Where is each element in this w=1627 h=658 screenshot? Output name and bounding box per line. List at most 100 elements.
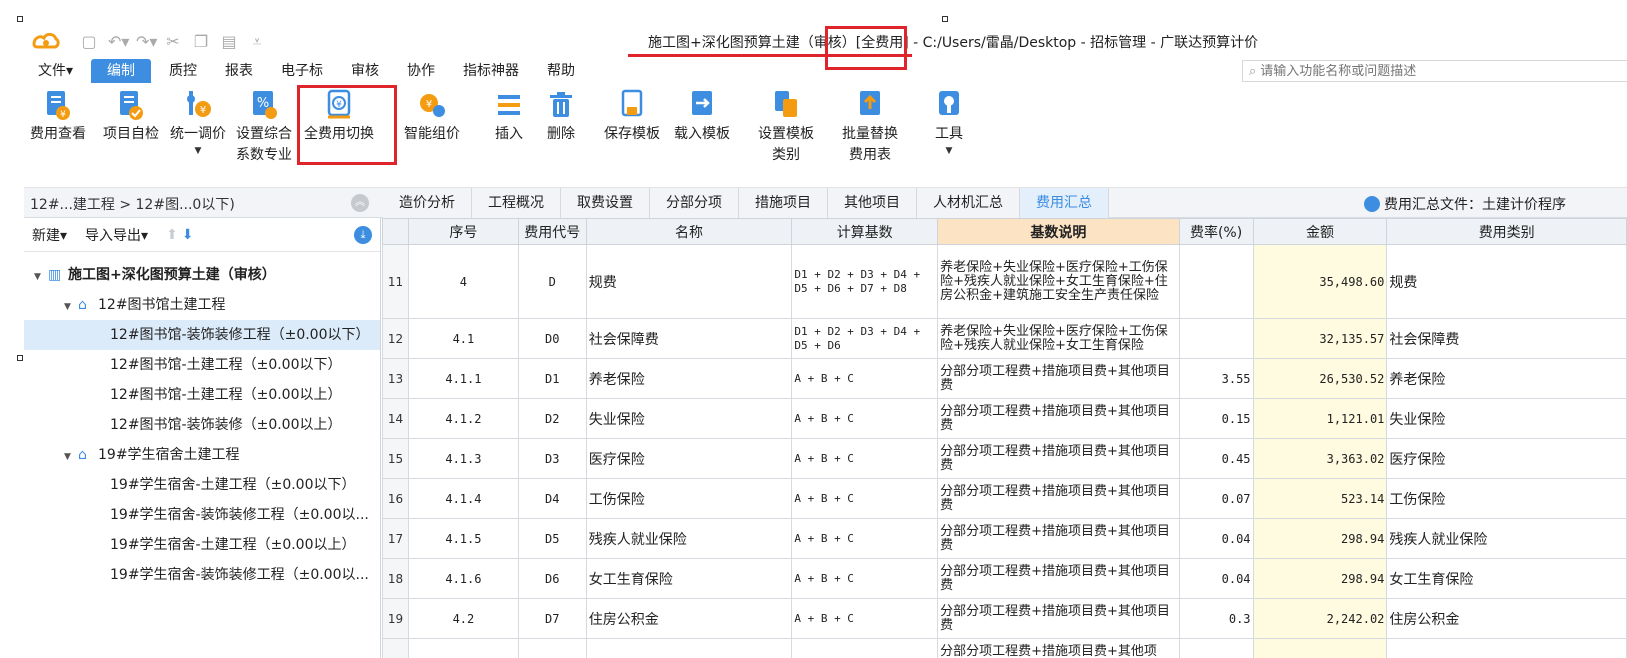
cell-basis-desc[interactable]: 分部分项工程费+措施项目费+其他项目费 xyxy=(937,518,1180,559)
expand-toggle-icon[interactable]: ▼ xyxy=(64,442,78,470)
cell-name[interactable]: 工伤保险 xyxy=(585,478,793,519)
column-header[interactable]: 费用类别 xyxy=(1386,218,1627,245)
row-number[interactable]: 17 xyxy=(382,518,409,559)
menu-quality[interactable]: 质控 xyxy=(155,59,211,83)
tree-item-unit[interactable]: 19#学生宿舍-装饰装修工程（±0.00以... xyxy=(24,560,380,590)
cell-category[interactable]: 社会保障费 xyxy=(1386,318,1627,359)
customize-icon[interactable]: ⩡ xyxy=(248,32,266,52)
menu-e-tender[interactable]: 电子标 xyxy=(267,59,337,83)
table-row[interactable]: 14 4.1.2 D2 失业保险 A + B + C 分部分项工程费+措施项目费+其他项目… xyxy=(382,398,1627,439)
cell-seq[interactable]: 4 xyxy=(407,244,519,319)
tree-item-project[interactable]: ▼ ▥ 施工图+深化图预算土建（审核） xyxy=(24,260,380,290)
cell-name[interactable]: 住房公积金 xyxy=(585,598,793,639)
tab-fee-settings[interactable]: 取费设置 xyxy=(561,188,650,218)
row-number[interactable]: 12 xyxy=(382,318,409,359)
cell-name[interactable]: 残疾人就业保险 xyxy=(585,518,793,559)
cell-rate[interactable] xyxy=(1178,318,1254,359)
table-row[interactable]: 15 4.1.3 D3 医疗保险 A + B + C 分部分项工程费+措施项目费+其他项目… xyxy=(382,438,1627,479)
tab-cost-analysis[interactable]: 造价分析 xyxy=(383,188,472,218)
cell-amount[interactable]: 2,242.02 xyxy=(1252,598,1388,639)
cell-category[interactable] xyxy=(1386,638,1627,658)
cell-amount[interactable]: 3,363.02 xyxy=(1252,438,1388,479)
cell-base[interactable]: A + B + C xyxy=(791,518,939,559)
cell-basis-desc[interactable]: 养老保险+失业保险+医疗保险+工伤保险+残疾人就业保险+女工生育保险+住房公积金… xyxy=(937,244,1180,319)
cell-base[interactable] xyxy=(791,638,939,658)
table-row[interactable]: 分部分项工程费+措施项目费+其他项 xyxy=(382,638,1627,658)
row-number[interactable]: 18 xyxy=(382,558,409,599)
cell-basis-desc[interactable]: 分部分项工程费+措施项目费+其他项 xyxy=(937,638,1180,658)
batch-replace-button[interactable]: 批量替换 费用表 xyxy=(842,88,898,166)
cell-code[interactable]: D7 xyxy=(517,598,587,639)
column-header[interactable]: 计算基数 xyxy=(791,218,939,245)
menu-edit[interactable]: 编制 xyxy=(91,59,152,83)
table-row[interactable]: 12 4.1 D0 社会保障费 D1 + D2 + D3 + D4 + D5 + D6 养… xyxy=(382,318,1627,359)
paste-icon[interactable]: ▤ xyxy=(220,32,238,52)
row-number[interactable]: 13 xyxy=(382,358,409,399)
insert-button[interactable]: 插入 xyxy=(492,88,526,145)
cell-code[interactable]: D1 xyxy=(517,358,587,399)
tree-item-group[interactable]: ▼ ⌂ 19#学生宿舍土建工程 xyxy=(24,440,380,470)
cell-category[interactable]: 工伤保险 xyxy=(1386,478,1627,519)
cell-code[interactable]: D4 xyxy=(517,478,587,519)
cell-base[interactable]: A + B + C xyxy=(791,598,939,639)
cell-basis-desc[interactable]: 分部分项工程费+措施项目费+其他项目费 xyxy=(937,478,1180,519)
cell-name[interactable]: 社会保障费 xyxy=(585,318,793,359)
menu-index-tool[interactable]: 指标神器 xyxy=(449,59,533,83)
move-down-icon[interactable]: ⬇ xyxy=(182,227,194,243)
tree-item-group[interactable]: ▼ ⌂ 12#图书馆土建工程 xyxy=(24,290,380,320)
cell-code[interactable]: D3 xyxy=(517,438,587,479)
cell-name[interactable]: 养老保险 xyxy=(585,358,793,399)
cell-name[interactable]: 规费 xyxy=(585,244,793,319)
menu-report[interactable]: 报表 xyxy=(211,59,267,83)
cell-seq[interactable]: 4.2 xyxy=(407,598,519,639)
table-row[interactable]: 18 4.1.6 D6 女工生育保险 A + B + C 分部分项工程费+措施项目费+其他… xyxy=(382,558,1627,599)
cell-amount[interactable]: 298.94 xyxy=(1252,558,1388,599)
cell-basis-desc[interactable]: 养老保险+失业保险+医疗保险+工伤保险+残疾人就业保险+女工生育保险 xyxy=(937,318,1180,359)
cell-code[interactable] xyxy=(517,638,587,658)
menu-help[interactable]: 帮助 xyxy=(533,59,589,83)
redo-icon[interactable]: ↷▾ xyxy=(136,32,157,52)
cell-basis-desc[interactable]: 分部分项工程费+措施项目费+其他项目费 xyxy=(937,358,1180,399)
cell-seq[interactable]: 4.1.1 xyxy=(407,358,519,399)
cell-seq[interactable]: 4.1.3 xyxy=(407,438,519,479)
cell-amount[interactable]: 26,530.52 xyxy=(1252,358,1388,399)
menu-collaborate[interactable]: 协作 xyxy=(393,59,449,83)
full-fee-switch-button[interactable]: ¥ 全费用切换 xyxy=(304,88,374,145)
download-icon[interactable]: ⤓ xyxy=(354,226,372,244)
cell-rate[interactable]: 0.45 xyxy=(1178,438,1254,479)
tree-item-unit[interactable]: 12#图书馆-土建工程（±0.00以下） xyxy=(24,350,380,380)
cell-amount[interactable]: 523.14 xyxy=(1252,478,1388,519)
cell-seq[interactable]: 4.1.2 xyxy=(407,398,519,439)
cell-base[interactable]: A + B + C xyxy=(791,398,939,439)
cell-seq[interactable]: 4.1.4 xyxy=(407,478,519,519)
resize-handle-top-left[interactable] xyxy=(17,16,23,22)
tree-item-unit[interactable]: 19#学生宿舍-土建工程（±0.00以上） xyxy=(24,530,380,560)
cell-base[interactable]: A + B + C xyxy=(791,558,939,599)
table-row[interactable]: 17 4.1.5 D5 残疾人就业保险 A + B + C 分部分项工程费+措施项目费+其… xyxy=(382,518,1627,559)
cell-base[interactable]: A + B + C xyxy=(791,438,939,479)
row-number[interactable]: 14 xyxy=(382,398,409,439)
copy-icon[interactable]: ❐ xyxy=(192,32,210,52)
row-number[interactable]: 19 xyxy=(382,598,409,639)
row-number[interactable]: 15 xyxy=(382,438,409,479)
cell-category[interactable]: 规费 xyxy=(1386,244,1627,319)
cell-category[interactable]: 残疾人就业保险 xyxy=(1386,518,1627,559)
column-header[interactable]: 费用代号 xyxy=(517,218,587,245)
smart-pricing-button[interactable]: ¥ 智能组价 xyxy=(404,88,460,145)
save-icon[interactable]: ▢ xyxy=(80,32,98,52)
load-template-button[interactable]: 载入模板 xyxy=(674,88,730,145)
cell-code[interactable]: D6 xyxy=(517,558,587,599)
cell-base[interactable]: A + B + C xyxy=(791,478,939,519)
cell-amount[interactable]: 32,135.57 xyxy=(1252,318,1388,359)
cell-amount[interactable]: 298.94 xyxy=(1252,518,1388,559)
cell-rate[interactable]: 3.55 xyxy=(1178,358,1254,399)
cell-seq[interactable]: 4.1 xyxy=(407,318,519,359)
table-row[interactable]: 13 4.1.1 D1 养老保险 A + B + C 分部分项工程费+措施项目费+其他项目… xyxy=(382,358,1627,399)
price-adjust-button[interactable]: ¥ 统一调价 ▼ xyxy=(170,88,226,157)
undo-icon[interactable]: ↶▾ xyxy=(108,32,129,52)
cell-name[interactable]: 失业保险 xyxy=(585,398,793,439)
cell-amount[interactable]: 1,121.01 xyxy=(1252,398,1388,439)
column-header[interactable]: 金额 xyxy=(1252,218,1388,245)
cell-rate[interactable]: 0.04 xyxy=(1178,518,1254,559)
column-header[interactable]: 基数说明 xyxy=(937,218,1180,245)
